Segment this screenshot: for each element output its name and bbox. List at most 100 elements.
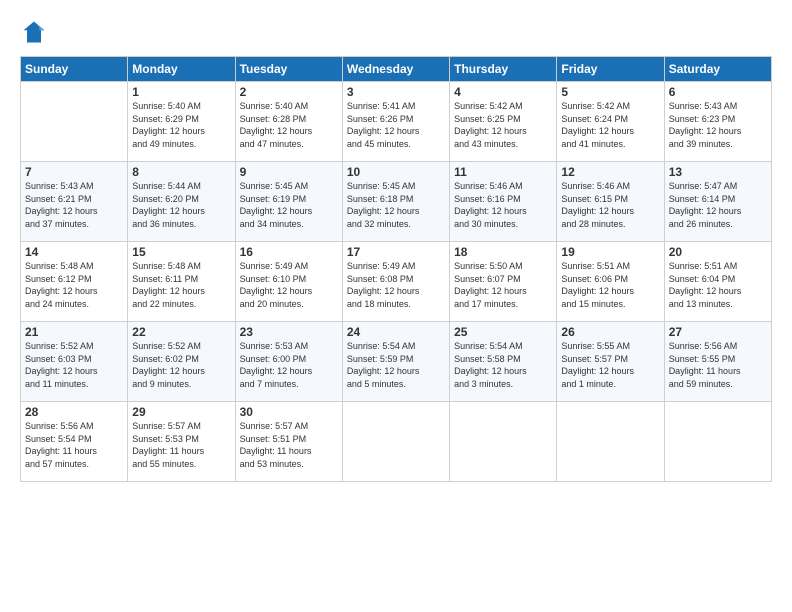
weekday-header: Thursday <box>450 57 557 82</box>
day-number: 9 <box>240 165 338 179</box>
calendar-cell <box>557 402 664 482</box>
day-number: 24 <box>347 325 445 339</box>
day-number: 29 <box>132 405 230 419</box>
calendar-cell: 4Sunrise: 5:42 AMSunset: 6:25 PMDaylight… <box>450 82 557 162</box>
calendar-cell <box>450 402 557 482</box>
calendar-cell: 11Sunrise: 5:46 AMSunset: 6:16 PMDayligh… <box>450 162 557 242</box>
day-detail: Sunrise: 5:40 AMSunset: 6:29 PMDaylight:… <box>132 100 230 150</box>
calendar-cell: 12Sunrise: 5:46 AMSunset: 6:15 PMDayligh… <box>557 162 664 242</box>
day-number: 16 <box>240 245 338 259</box>
calendar-cell: 10Sunrise: 5:45 AMSunset: 6:18 PMDayligh… <box>342 162 449 242</box>
calendar-week-row: 1Sunrise: 5:40 AMSunset: 6:29 PMDaylight… <box>21 82 772 162</box>
day-detail: Sunrise: 5:42 AMSunset: 6:25 PMDaylight:… <box>454 100 552 150</box>
day-number: 22 <box>132 325 230 339</box>
calendar-cell: 19Sunrise: 5:51 AMSunset: 6:06 PMDayligh… <box>557 242 664 322</box>
calendar-cell: 24Sunrise: 5:54 AMSunset: 5:59 PMDayligh… <box>342 322 449 402</box>
calendar-cell: 22Sunrise: 5:52 AMSunset: 6:02 PMDayligh… <box>128 322 235 402</box>
day-detail: Sunrise: 5:48 AMSunset: 6:12 PMDaylight:… <box>25 260 123 310</box>
calendar-cell: 9Sunrise: 5:45 AMSunset: 6:19 PMDaylight… <box>235 162 342 242</box>
day-detail: Sunrise: 5:51 AMSunset: 6:04 PMDaylight:… <box>669 260 767 310</box>
calendar-cell: 17Sunrise: 5:49 AMSunset: 6:08 PMDayligh… <box>342 242 449 322</box>
day-detail: Sunrise: 5:48 AMSunset: 6:11 PMDaylight:… <box>132 260 230 310</box>
weekday-header: Tuesday <box>235 57 342 82</box>
weekday-header-row: SundayMondayTuesdayWednesdayThursdayFrid… <box>21 57 772 82</box>
day-number: 27 <box>669 325 767 339</box>
day-detail: Sunrise: 5:50 AMSunset: 6:07 PMDaylight:… <box>454 260 552 310</box>
day-number: 5 <box>561 85 659 99</box>
page: SundayMondayTuesdayWednesdayThursdayFrid… <box>0 0 792 612</box>
day-number: 15 <box>132 245 230 259</box>
calendar-cell <box>342 402 449 482</box>
calendar-cell: 16Sunrise: 5:49 AMSunset: 6:10 PMDayligh… <box>235 242 342 322</box>
day-number: 3 <box>347 85 445 99</box>
calendar-cell <box>664 402 771 482</box>
day-detail: Sunrise: 5:56 AMSunset: 5:54 PMDaylight:… <box>25 420 123 470</box>
calendar-cell: 14Sunrise: 5:48 AMSunset: 6:12 PMDayligh… <box>21 242 128 322</box>
header <box>20 18 772 46</box>
calendar-cell <box>21 82 128 162</box>
calendar-cell: 7Sunrise: 5:43 AMSunset: 6:21 PMDaylight… <box>21 162 128 242</box>
calendar-cell: 13Sunrise: 5:47 AMSunset: 6:14 PMDayligh… <box>664 162 771 242</box>
day-detail: Sunrise: 5:43 AMSunset: 6:23 PMDaylight:… <box>669 100 767 150</box>
calendar-cell: 6Sunrise: 5:43 AMSunset: 6:23 PMDaylight… <box>664 82 771 162</box>
calendar-cell: 26Sunrise: 5:55 AMSunset: 5:57 PMDayligh… <box>557 322 664 402</box>
logo-icon <box>20 18 48 46</box>
day-number: 11 <box>454 165 552 179</box>
day-number: 7 <box>25 165 123 179</box>
calendar-week-row: 28Sunrise: 5:56 AMSunset: 5:54 PMDayligh… <box>21 402 772 482</box>
calendar-cell: 23Sunrise: 5:53 AMSunset: 6:00 PMDayligh… <box>235 322 342 402</box>
calendar-cell: 8Sunrise: 5:44 AMSunset: 6:20 PMDaylight… <box>128 162 235 242</box>
weekday-header: Saturday <box>664 57 771 82</box>
calendar-cell: 18Sunrise: 5:50 AMSunset: 6:07 PMDayligh… <box>450 242 557 322</box>
calendar-week-row: 7Sunrise: 5:43 AMSunset: 6:21 PMDaylight… <box>21 162 772 242</box>
day-number: 13 <box>669 165 767 179</box>
day-detail: Sunrise: 5:53 AMSunset: 6:00 PMDaylight:… <box>240 340 338 390</box>
calendar-cell: 27Sunrise: 5:56 AMSunset: 5:55 PMDayligh… <box>664 322 771 402</box>
weekday-header: Monday <box>128 57 235 82</box>
day-detail: Sunrise: 5:56 AMSunset: 5:55 PMDaylight:… <box>669 340 767 390</box>
day-number: 6 <box>669 85 767 99</box>
day-detail: Sunrise: 5:43 AMSunset: 6:21 PMDaylight:… <box>25 180 123 230</box>
day-detail: Sunrise: 5:51 AMSunset: 6:06 PMDaylight:… <box>561 260 659 310</box>
logo <box>20 18 52 46</box>
calendar-cell: 30Sunrise: 5:57 AMSunset: 5:51 PMDayligh… <box>235 402 342 482</box>
day-number: 30 <box>240 405 338 419</box>
day-number: 10 <box>347 165 445 179</box>
day-detail: Sunrise: 5:54 AMSunset: 5:59 PMDaylight:… <box>347 340 445 390</box>
day-number: 28 <box>25 405 123 419</box>
day-detail: Sunrise: 5:40 AMSunset: 6:28 PMDaylight:… <box>240 100 338 150</box>
day-number: 25 <box>454 325 552 339</box>
calendar-week-row: 21Sunrise: 5:52 AMSunset: 6:03 PMDayligh… <box>21 322 772 402</box>
calendar-cell: 28Sunrise: 5:56 AMSunset: 5:54 PMDayligh… <box>21 402 128 482</box>
day-detail: Sunrise: 5:54 AMSunset: 5:58 PMDaylight:… <box>454 340 552 390</box>
day-detail: Sunrise: 5:52 AMSunset: 6:03 PMDaylight:… <box>25 340 123 390</box>
day-detail: Sunrise: 5:45 AMSunset: 6:19 PMDaylight:… <box>240 180 338 230</box>
day-detail: Sunrise: 5:41 AMSunset: 6:26 PMDaylight:… <box>347 100 445 150</box>
day-number: 4 <box>454 85 552 99</box>
day-number: 2 <box>240 85 338 99</box>
day-number: 21 <box>25 325 123 339</box>
day-detail: Sunrise: 5:45 AMSunset: 6:18 PMDaylight:… <box>347 180 445 230</box>
calendar-cell: 3Sunrise: 5:41 AMSunset: 6:26 PMDaylight… <box>342 82 449 162</box>
calendar-cell: 21Sunrise: 5:52 AMSunset: 6:03 PMDayligh… <box>21 322 128 402</box>
day-detail: Sunrise: 5:44 AMSunset: 6:20 PMDaylight:… <box>132 180 230 230</box>
day-detail: Sunrise: 5:57 AMSunset: 5:51 PMDaylight:… <box>240 420 338 470</box>
calendar-cell: 25Sunrise: 5:54 AMSunset: 5:58 PMDayligh… <box>450 322 557 402</box>
weekday-header: Friday <box>557 57 664 82</box>
day-detail: Sunrise: 5:52 AMSunset: 6:02 PMDaylight:… <box>132 340 230 390</box>
day-number: 1 <box>132 85 230 99</box>
day-number: 8 <box>132 165 230 179</box>
day-detail: Sunrise: 5:46 AMSunset: 6:15 PMDaylight:… <box>561 180 659 230</box>
day-number: 14 <box>25 245 123 259</box>
day-detail: Sunrise: 5:55 AMSunset: 5:57 PMDaylight:… <box>561 340 659 390</box>
day-number: 18 <box>454 245 552 259</box>
day-detail: Sunrise: 5:49 AMSunset: 6:08 PMDaylight:… <box>347 260 445 310</box>
calendar-cell: 29Sunrise: 5:57 AMSunset: 5:53 PMDayligh… <box>128 402 235 482</box>
day-detail: Sunrise: 5:57 AMSunset: 5:53 PMDaylight:… <box>132 420 230 470</box>
day-detail: Sunrise: 5:42 AMSunset: 6:24 PMDaylight:… <box>561 100 659 150</box>
calendar-cell: 1Sunrise: 5:40 AMSunset: 6:29 PMDaylight… <box>128 82 235 162</box>
day-number: 26 <box>561 325 659 339</box>
day-number: 12 <box>561 165 659 179</box>
calendar-cell: 5Sunrise: 5:42 AMSunset: 6:24 PMDaylight… <box>557 82 664 162</box>
calendar-week-row: 14Sunrise: 5:48 AMSunset: 6:12 PMDayligh… <box>21 242 772 322</box>
